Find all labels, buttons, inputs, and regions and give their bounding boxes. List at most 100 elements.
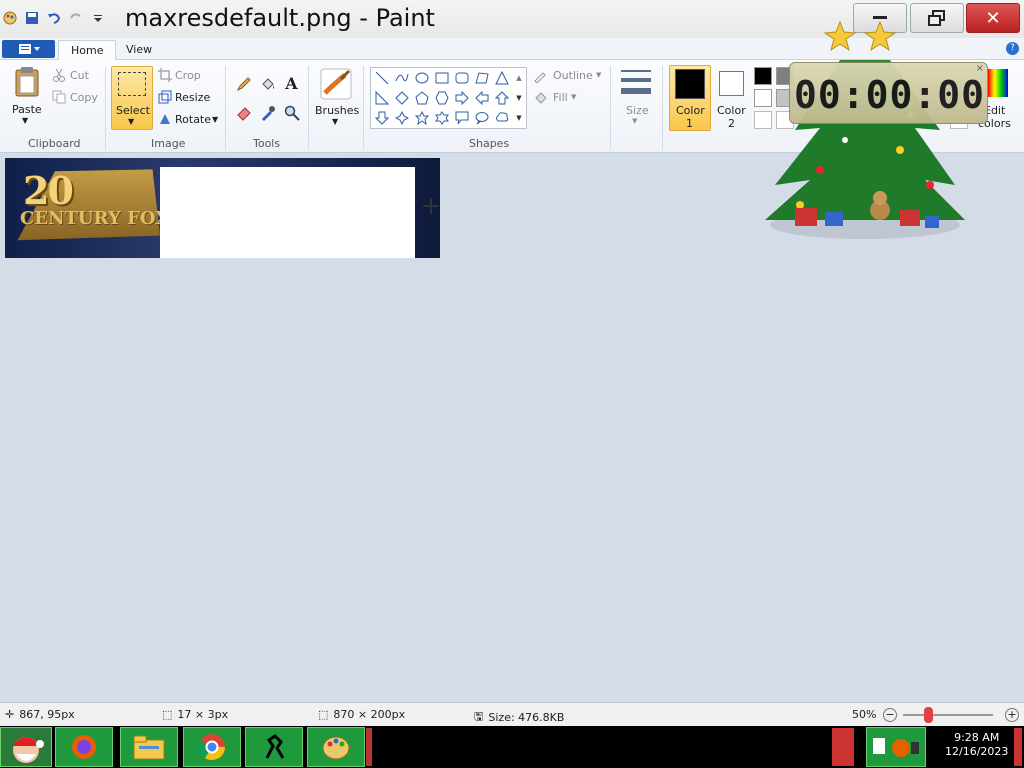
- cut-button[interactable]: Cut: [70, 69, 89, 82]
- group-separator: [225, 66, 226, 150]
- taskbar-file-explorer[interactable]: [120, 727, 178, 767]
- rectangle-shape-icon[interactable]: [434, 70, 450, 86]
- crosshair-cursor-icon: [423, 198, 439, 214]
- pentagon-shape-icon[interactable]: [414, 90, 430, 106]
- rotate-button[interactable]: Rotate: [175, 113, 211, 126]
- copy-button[interactable]: Copy: [70, 91, 98, 104]
- quick-access-toolbar: [2, 10, 106, 26]
- tab-home[interactable]: Home: [58, 40, 117, 61]
- oval-callout-shape-icon[interactable]: [474, 110, 490, 126]
- logo-text-bottom: CENTURY FOX: [20, 208, 170, 229]
- pencil-icon[interactable]: [233, 73, 254, 94]
- undo-icon[interactable]: [46, 10, 62, 26]
- color-picker-icon[interactable]: [257, 102, 278, 123]
- tray-show-desktop-icon[interactable]: [832, 728, 854, 766]
- fill-dropdown-icon[interactable]: ▼: [571, 93, 576, 101]
- color1-swatch: [675, 69, 705, 99]
- four-point-star-shape-icon[interactable]: [394, 110, 410, 126]
- edit-colors-icon[interactable]: [987, 68, 1009, 98]
- fill-button[interactable]: Fill: [553, 91, 568, 104]
- white-selection-area[interactable]: [160, 167, 415, 258]
- select-button[interactable]: Select ▼: [111, 66, 153, 130]
- paint-app-icon[interactable]: [2, 10, 18, 26]
- text-icon[interactable]: A: [281, 73, 302, 94]
- resize-icon: [158, 90, 172, 104]
- diamond-shape-icon[interactable]: [394, 90, 410, 106]
- taskbar-edge: [366, 728, 372, 766]
- image-group-label: Image: [151, 137, 186, 150]
- down-arrow-shape-icon[interactable]: [374, 110, 390, 126]
- brushes-button[interactable]: Brushes: [315, 104, 359, 117]
- fill-bucket-icon[interactable]: [257, 73, 278, 94]
- eraser-icon[interactable]: [233, 102, 254, 123]
- resize-button[interactable]: Resize: [175, 91, 210, 104]
- show-desktop-button[interactable]: [1014, 728, 1022, 766]
- desktop-clock-widget[interactable]: 00:00:00 ×: [789, 62, 988, 124]
- rectangle-callout-shape-icon[interactable]: [454, 110, 470, 126]
- hexagon-shape-icon[interactable]: [434, 90, 450, 106]
- start-button-santa-icon[interactable]: [0, 727, 52, 767]
- customize-qat-icon[interactable]: [90, 10, 106, 26]
- status-bar: ✛ 867, 95px ⬚ 17 × 3px ⬚ 870 × 200px 🖫 S…: [0, 702, 1024, 726]
- zoom-slider-thumb[interactable]: [924, 707, 933, 723]
- five-point-star-shape-icon[interactable]: [414, 110, 430, 126]
- right-triangle-shape-icon[interactable]: [374, 90, 390, 106]
- tools-group-label: Tools: [253, 137, 281, 150]
- shapes-scroll-down-icon[interactable]: ▼: [513, 90, 525, 106]
- paste-button[interactable]: Paste: [12, 103, 42, 116]
- shapes-gallery[interactable]: ▲ ▼ ▼: [370, 67, 527, 129]
- brushes-dropdown-icon[interactable]: ▼: [332, 117, 338, 126]
- fill-icon: [533, 91, 549, 105]
- zoom-slider-track[interactable]: [903, 714, 993, 716]
- right-arrow-shape-icon[interactable]: [454, 90, 470, 106]
- cloud-callout-shape-icon[interactable]: [494, 110, 510, 126]
- paste-icon[interactable]: [12, 66, 42, 98]
- size-dropdown-icon[interactable]: ▼: [632, 117, 637, 125]
- paste-dropdown-icon[interactable]: ▼: [22, 116, 28, 125]
- magnifier-icon[interactable]: [281, 102, 302, 123]
- tray-icons[interactable]: [866, 727, 926, 767]
- tray-clock[interactable]: 9:28 AM 12/16/2023: [945, 731, 1008, 759]
- canvas-image[interactable]: 20 CENTURY FOX: [5, 158, 440, 258]
- shapes-scroll-up-icon[interactable]: ▲: [513, 70, 525, 86]
- cursor-position-text: 867, 95px: [19, 708, 75, 721]
- size-icon[interactable]: [619, 68, 653, 98]
- size-button[interactable]: Size: [626, 104, 649, 117]
- triangle-shape-icon[interactable]: [494, 70, 510, 86]
- line-shape-icon[interactable]: [374, 70, 390, 86]
- zoom-level: 50%: [852, 708, 877, 721]
- curve-shape-icon[interactable]: [394, 70, 410, 86]
- save-icon[interactable]: [24, 10, 40, 26]
- group-separator: [308, 66, 309, 150]
- outline-button[interactable]: Outline: [553, 69, 593, 82]
- oval-shape-icon[interactable]: [414, 70, 430, 86]
- copy-icon: [52, 90, 66, 104]
- clock-close-icon[interactable]: ×: [976, 63, 984, 74]
- tab-view[interactable]: View: [114, 40, 164, 61]
- taskbar-chrome[interactable]: [183, 727, 241, 767]
- help-icon[interactable]: ?: [1006, 42, 1019, 55]
- rotate-dropdown-icon[interactable]: ▼: [212, 115, 218, 124]
- polygon-shape-icon[interactable]: [474, 70, 490, 86]
- redo-icon[interactable]: [68, 10, 84, 26]
- rounded-rectangle-shape-icon[interactable]: [454, 70, 470, 86]
- six-point-star-shape-icon[interactable]: [434, 110, 450, 126]
- shapes-expand-icon[interactable]: ▼: [513, 110, 525, 126]
- left-arrow-shape-icon[interactable]: [474, 90, 490, 106]
- taskbar-paint[interactable]: [307, 727, 365, 767]
- crosshair-icon: ✛: [5, 708, 15, 721]
- shapes-group-label: Shapes: [469, 137, 510, 150]
- taskbar-firefox[interactable]: [55, 727, 113, 767]
- image-size-icon: ⬚: [318, 708, 329, 721]
- up-arrow-shape-icon[interactable]: [494, 90, 510, 106]
- zoom-out-button[interactable]: −: [883, 708, 897, 722]
- outline-dropdown-icon[interactable]: ▼: [596, 71, 601, 79]
- paint-menu-button[interactable]: [2, 40, 55, 58]
- crop-button[interactable]: Crop: [175, 69, 201, 82]
- select-dropdown-icon: ▼: [128, 117, 135, 126]
- color1-button[interactable]: Color 1: [669, 65, 711, 131]
- zoom-in-button[interactable]: +: [1005, 708, 1019, 722]
- image-size: ⬚ 870 × 200px: [318, 708, 405, 721]
- taskbar-app-figure[interactable]: [245, 727, 303, 767]
- brushes-icon[interactable]: [318, 66, 354, 102]
